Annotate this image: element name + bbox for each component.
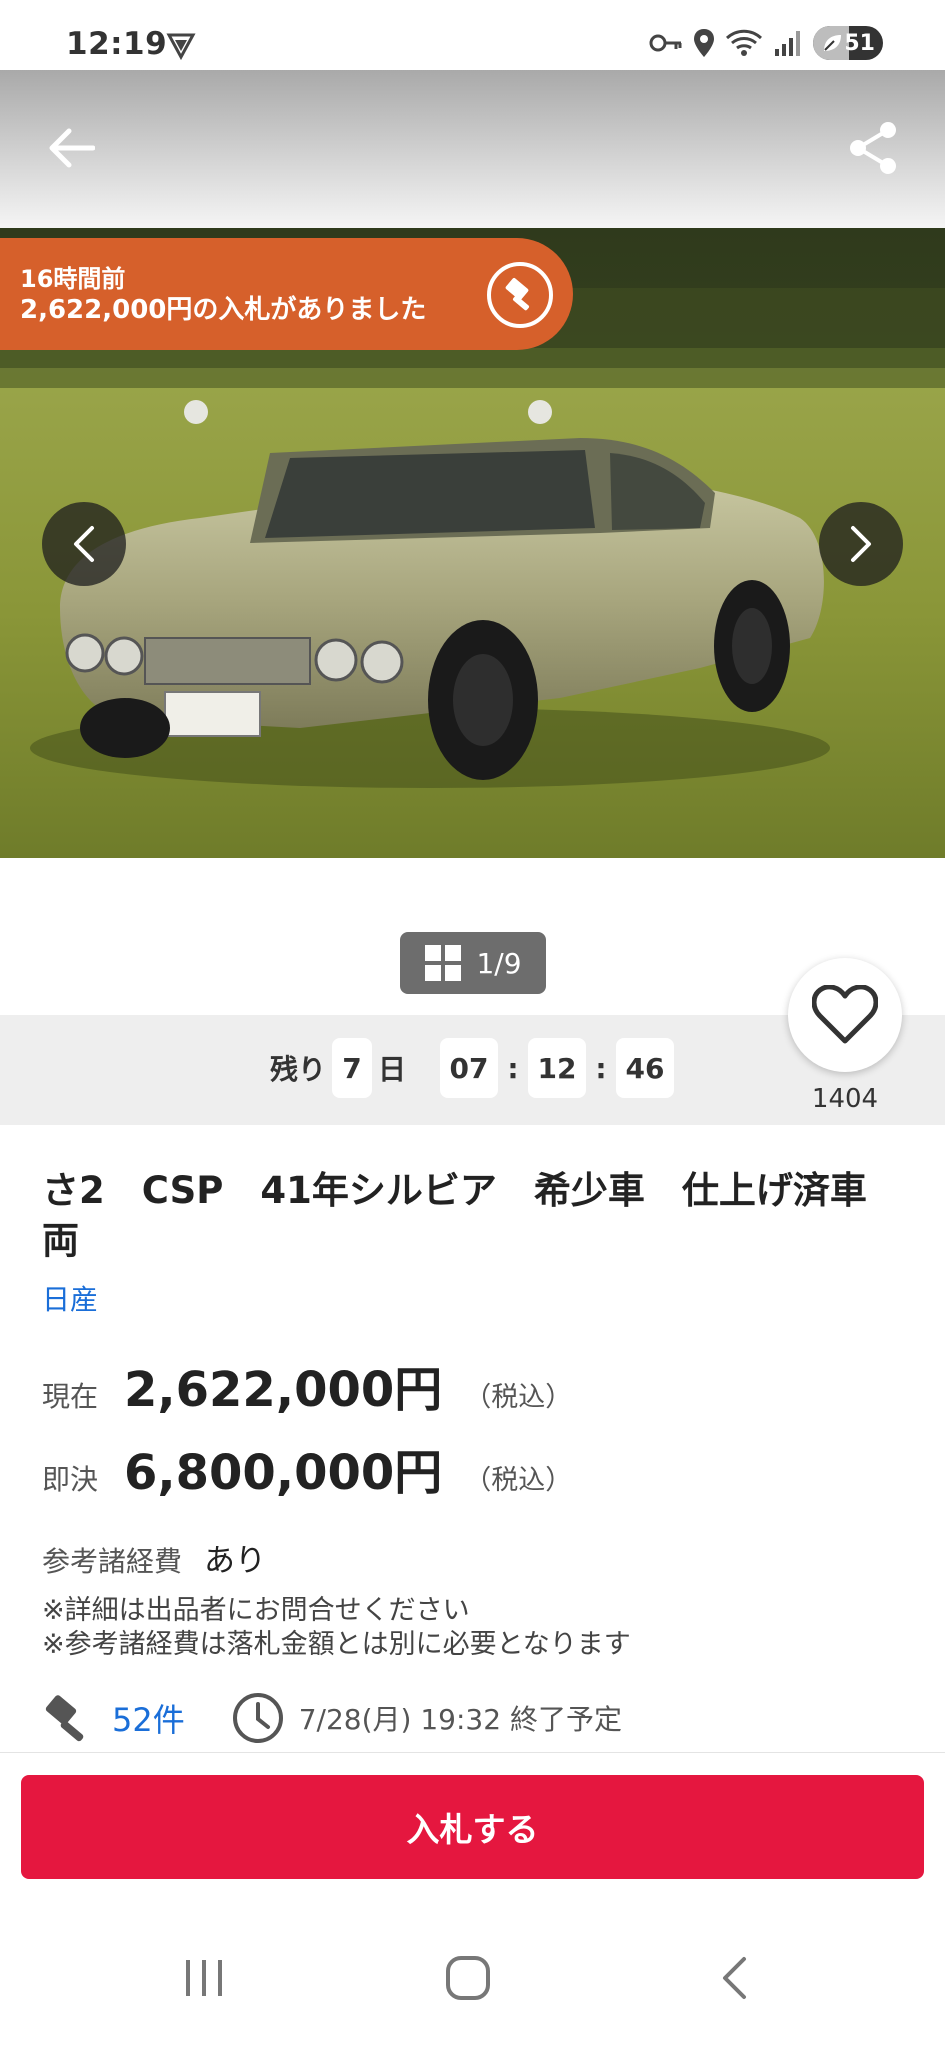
arrow-left-icon bbox=[49, 128, 95, 168]
countdown-colon: : bbox=[507, 1051, 519, 1085]
clock-icon bbox=[232, 1693, 283, 1743]
meta-row: 52件 7/28(月) 19:32 終了予定 bbox=[42, 1690, 622, 1746]
system-back-button[interactable] bbox=[704, 1950, 764, 2006]
fee-row: 参考諸経費 あり bbox=[42, 1535, 266, 1580]
status-time: 12:19 bbox=[66, 26, 168, 62]
heart-icon bbox=[812, 985, 878, 1044]
countdown-day-unit: 日 bbox=[378, 1053, 407, 1086]
place-bid-button[interactable]: 入札する bbox=[21, 1775, 924, 1879]
buynow-price-value: 6,800,000円 bbox=[124, 1445, 443, 1501]
countdown-hours: 07 bbox=[440, 1038, 499, 1098]
current-price-value: 2,622,000円 bbox=[124, 1362, 443, 1418]
buynow-price-row: 即決 6,800,000円 （税込） bbox=[42, 1433, 572, 1503]
share-icon bbox=[850, 122, 896, 174]
chevron-left-icon bbox=[74, 526, 94, 562]
shield-icon bbox=[166, 33, 196, 60]
tax-note: （税込） bbox=[464, 1382, 573, 1413]
status-bar: 12:19 51 bbox=[0, 0, 945, 70]
gavel-icon bbox=[45, 1695, 84, 1742]
listing-title: さ2 CSP 41年シルビア 希少車 仕上げ済車両 bbox=[42, 1169, 867, 1262]
header bbox=[0, 70, 945, 228]
battery-indicator: 51 bbox=[813, 26, 883, 60]
key-icon bbox=[649, 34, 682, 52]
countdown-prefix: 残り bbox=[270, 1053, 327, 1086]
countdown-minutes: 12 bbox=[528, 1038, 587, 1098]
carousel-prev-button[interactable] bbox=[42, 502, 126, 586]
countdown-timer: 残り 7 日 07 : 12 : 46 bbox=[270, 1037, 675, 1099]
bid-action-bar: 入札する bbox=[0, 1752, 945, 1902]
current-price-row: 現在 2,622,000円 （税込） bbox=[42, 1350, 572, 1420]
fee-value: あり bbox=[204, 1543, 267, 1579]
fee-label: 参考諸経費 bbox=[42, 1545, 183, 1578]
gavel-button[interactable] bbox=[487, 262, 553, 328]
grid-icon bbox=[425, 945, 462, 981]
bid-count-link[interactable]: 52件 bbox=[112, 1695, 185, 1741]
share-button[interactable] bbox=[845, 120, 901, 176]
recents-icon bbox=[186, 1960, 222, 1996]
gavel-icon bbox=[505, 278, 530, 311]
wifi-icon bbox=[725, 29, 763, 56]
system-nav-bar bbox=[0, 1902, 945, 2048]
auction-detail-screen: 12:19 51 16時間前 2,622,000円の入札がありました 1/9 残… bbox=[0, 0, 945, 2048]
home-icon bbox=[446, 1956, 490, 2000]
maker-link[interactable]: 日産 bbox=[42, 1278, 98, 1318]
tax-note: （税込） bbox=[464, 1465, 573, 1496]
countdown-seconds: 46 bbox=[616, 1038, 675, 1098]
home-button[interactable] bbox=[438, 1950, 498, 2006]
status-icons: 51 bbox=[649, 26, 883, 60]
battery-percent: 51 bbox=[844, 30, 875, 56]
buynow-price-label: 即決 bbox=[42, 1463, 99, 1496]
favorite-count: 1404 bbox=[811, 1084, 879, 1114]
countdown-colon: : bbox=[595, 1051, 607, 1085]
chevron-right-icon bbox=[851, 526, 871, 562]
pager-label: 1/9 bbox=[476, 946, 522, 980]
current-price-label: 現在 bbox=[42, 1380, 99, 1413]
chevron-left-icon bbox=[723, 1957, 746, 1999]
recents-button[interactable] bbox=[174, 1950, 234, 2006]
back-button[interactable] bbox=[44, 120, 100, 176]
favorite-button[interactable] bbox=[788, 958, 902, 1072]
end-time: 7/28(月) 19:32 終了予定 bbox=[298, 1703, 622, 1736]
signal-icon bbox=[775, 31, 800, 56]
leaf-icon bbox=[824, 35, 841, 51]
photo-pager[interactable]: 1/9 bbox=[400, 932, 546, 994]
carousel-next-button[interactable] bbox=[819, 502, 903, 586]
car-photo-carousel[interactable]: 16時間前 2,622,000円の入札がありました bbox=[0, 228, 945, 858]
recent-bid-banner[interactable]: 16時間前 2,622,000円の入札がありました bbox=[0, 238, 573, 350]
countdown-days: 7 bbox=[332, 1038, 373, 1098]
location-icon bbox=[694, 29, 714, 57]
fee-note-separate: ※参考諸経費は落札金額とは別に必要となります bbox=[42, 1629, 631, 1660]
